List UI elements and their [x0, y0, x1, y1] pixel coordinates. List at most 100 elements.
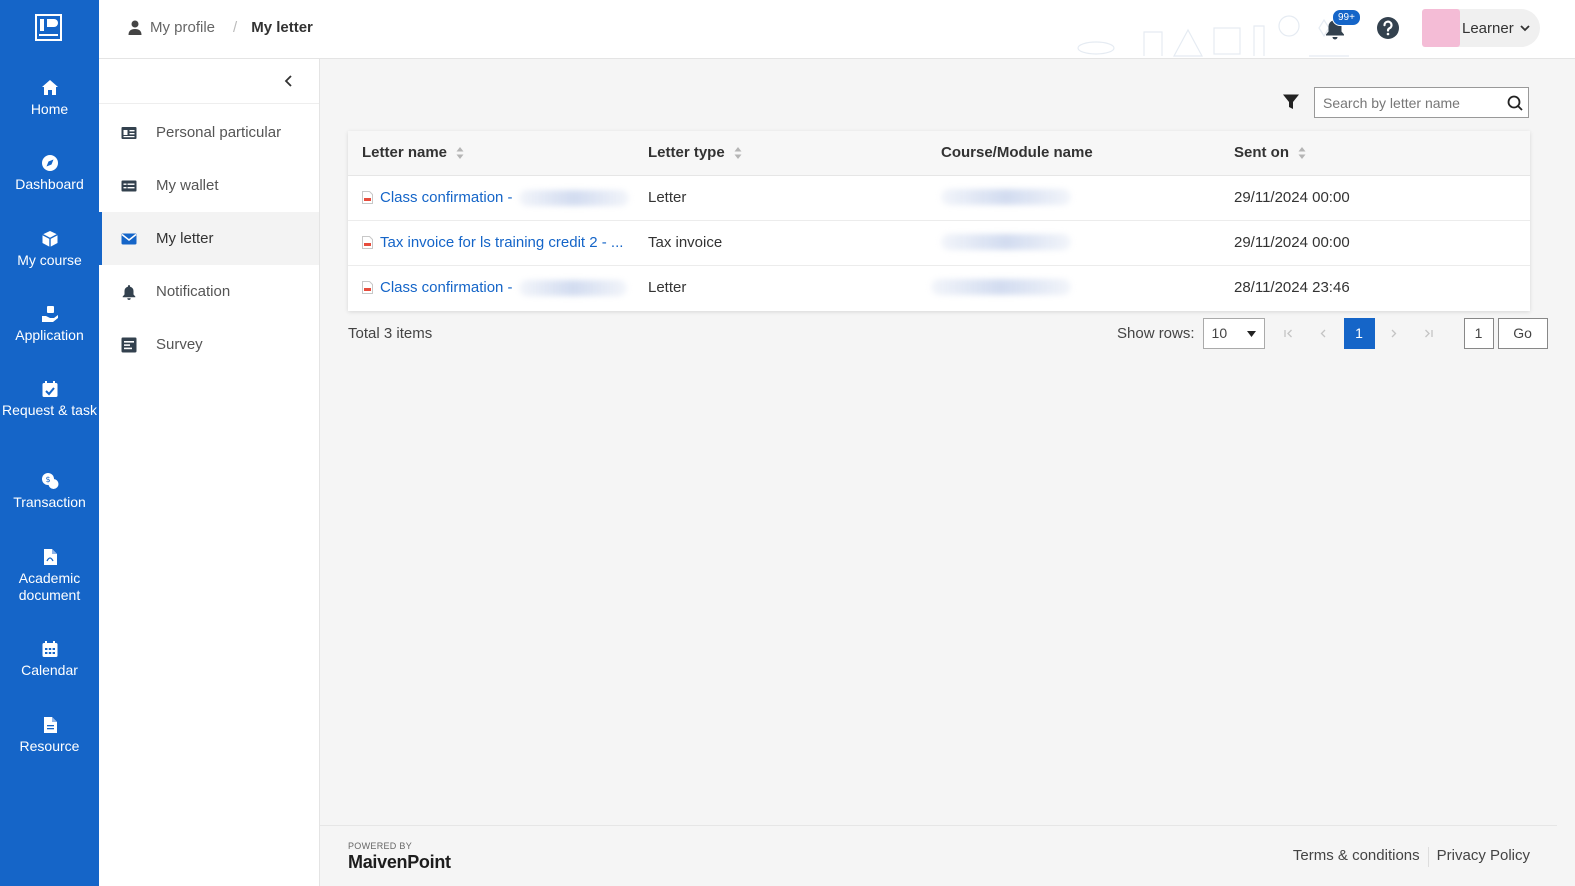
envelope-icon: [121, 233, 137, 244]
file-icon: [43, 717, 57, 733]
previous-page-button[interactable]: [1308, 318, 1340, 349]
sort-icon[interactable]: [1298, 146, 1306, 160]
pdf-file-icon: [362, 236, 373, 249]
subnav-collapse-row: [99, 59, 319, 104]
next-page-button[interactable]: [1378, 318, 1410, 349]
compass-icon: [41, 155, 58, 171]
chevron-left-icon: [1320, 329, 1326, 337]
search-icon[interactable]: [1507, 95, 1523, 111]
rail-item-label: Academic document: [18, 570, 81, 603]
subnav-item-survey[interactable]: Survey: [99, 318, 319, 371]
show-rows-label: Show rows:: [1117, 324, 1195, 342]
column-header-course-module-name: Course/Module name: [941, 144, 1093, 161]
subnav-item-label: My letter: [156, 230, 214, 247]
rail-item-label: Transaction: [13, 494, 86, 510]
subnav-item-my-wallet[interactable]: My wallet: [99, 159, 319, 212]
top-header: My profile / My letter 99+ Learner: [99, 0, 1575, 59]
rail-item-application[interactable]: Application: [0, 305, 99, 344]
course-module-cell: [941, 234, 1071, 250]
subnav-item-notification[interactable]: Notification: [99, 265, 319, 318]
table-row: Class confirmation - Letter 28/11/2024 2…: [348, 266, 1530, 311]
subnav-item-label: My wallet: [156, 177, 219, 194]
survey-icon: [121, 337, 137, 352]
svg-text:$: $: [45, 475, 50, 484]
pdf-file-icon: [362, 281, 373, 294]
footer-divider: [1427, 847, 1429, 867]
calendar-check-icon: [42, 381, 57, 397]
subnav-item-label: Survey: [156, 336, 203, 353]
sort-icon[interactable]: [456, 146, 464, 160]
rail-item-academic-document[interactable]: Academic document: [0, 548, 99, 604]
column-header-sent-on[interactable]: Sent on: [1234, 144, 1306, 161]
rail-item-calendar[interactable]: Calendar: [0, 640, 99, 679]
go-button[interactable]: Go: [1497, 317, 1548, 349]
letter-type-cell: Letter: [648, 279, 687, 296]
calendar-icon: [42, 641, 57, 657]
footer-links: Terms & conditions Privacy Policy: [1293, 847, 1530, 867]
letter-name-cell: Tax invoice for ls training credit 2 - .…: [362, 234, 623, 251]
column-header-label: Course/Module name: [941, 144, 1093, 161]
main-content: Letter name Letter type Course/Module na…: [320, 59, 1575, 886]
notification-badge: 99+: [1332, 9, 1361, 26]
id-card-icon: [121, 126, 137, 139]
letter-name-cell: Class confirmation -: [362, 279, 627, 296]
rail-item-label: My course: [17, 252, 82, 268]
privacy-link[interactable]: Privacy Policy: [1437, 847, 1530, 867]
cube-icon: [41, 231, 58, 247]
rail-item-my-course[interactable]: My course: [0, 230, 99, 269]
search-input[interactable]: [1323, 94, 1503, 111]
letter-link[interactable]: Class confirmation -: [380, 279, 513, 296]
rail-item-dashboard[interactable]: Dashboard: [0, 154, 99, 193]
bell-icon: [122, 284, 136, 300]
rows-per-page-value: 10: [1211, 325, 1228, 341]
header-decoration-icon: [1077, 15, 1349, 57]
letter-type-cell: Tax invoice: [648, 234, 723, 251]
breadcrumb-my-profile[interactable]: My profile: [150, 19, 215, 36]
rail-item-label: Application: [15, 327, 84, 343]
column-header-label: Letter type: [648, 144, 725, 161]
rail-item-home[interactable]: Home: [0, 79, 99, 118]
subnav-item-personal-particular[interactable]: Personal particular: [99, 106, 319, 159]
user-icon: [128, 20, 142, 35]
chevron-left-icon[interactable]: [283, 74, 295, 88]
filter-icon[interactable]: [1282, 93, 1300, 111]
sent-on-cell: 29/11/2024 00:00: [1234, 189, 1350, 206]
pdf-file-icon: [43, 549, 57, 565]
page-number-input[interactable]: 1: [1463, 317, 1494, 349]
subnav-item-my-letter[interactable]: My letter: [99, 212, 319, 265]
table-row: Class confirmation - Letter 29/11/2024 0…: [348, 176, 1530, 221]
last-page-icon: [1425, 329, 1433, 337]
letter-link[interactable]: Class confirmation -: [380, 189, 513, 206]
terms-link[interactable]: Terms & conditions: [1293, 847, 1420, 867]
breadcrumb-separator: /: [233, 19, 238, 36]
subnav-item-label: Notification: [156, 283, 231, 300]
wallet-icon: [121, 180, 137, 191]
pagination: Show rows: 10 1 1 Go: [1117, 317, 1548, 349]
hand-box-icon: [41, 306, 58, 322]
pdf-file-icon: [362, 191, 373, 204]
user-name: Learner: [1462, 19, 1514, 37]
institution-logo-icon[interactable]: [35, 14, 62, 41]
rail-item-request-task[interactable]: Request & task: [0, 380, 99, 419]
redacted-text: [941, 234, 1071, 250]
first-page-button[interactable]: [1273, 318, 1305, 349]
help-icon[interactable]: [1376, 16, 1400, 40]
rail-item-label: Request & task: [2, 402, 97, 418]
letter-link[interactable]: Tax invoice for ls training credit 2 - .…: [380, 234, 623, 251]
sort-icon[interactable]: [734, 146, 742, 160]
letter-type-cell: Letter: [648, 189, 687, 206]
rail-item-transaction[interactable]: $ Transaction: [0, 472, 99, 511]
rail-item-label: Calendar: [21, 662, 78, 678]
column-header-letter-type[interactable]: Letter type: [648, 144, 742, 161]
powered-by-label: POWERED BY: [348, 841, 413, 851]
rail-item-resource[interactable]: Resource: [0, 716, 99, 755]
redacted-text: [931, 279, 1071, 295]
course-module-cell: [941, 189, 1071, 205]
rail-item-label: Dashboard: [15, 176, 84, 192]
last-page-button[interactable]: [1413, 318, 1445, 349]
current-page-button[interactable]: 1: [1343, 317, 1375, 349]
column-header-letter-name[interactable]: Letter name: [362, 144, 464, 161]
search-box: [1314, 87, 1529, 118]
rows-per-page-select[interactable]: 10: [1202, 317, 1265, 349]
user-menu[interactable]: Learner: [1422, 9, 1540, 47]
